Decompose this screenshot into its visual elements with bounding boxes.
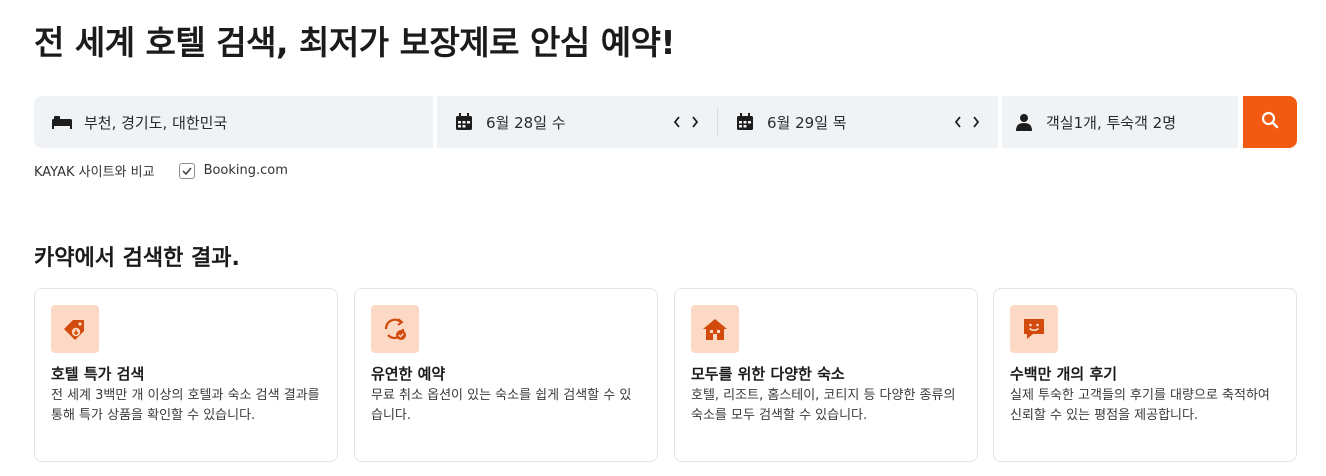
chevron-left-icon [954,116,961,128]
feature-description: 전 세계 3백만 개 이상의 호텔과 숙소 검색 결과를 통해 특가 상품을 확… [51,388,320,423]
checkout-prev-day-button[interactable] [952,112,964,132]
price-tag-icon [51,305,99,353]
feature-card: 유연한 예약 무료 취소 옵션이 있는 숙소를 쉽게 검색할 수 있습니다. [354,288,658,462]
checkin-date-field[interactable]: 6월 28일 수 [437,96,717,148]
feature-description: 무료 취소 옵션이 있는 숙소를 쉽게 검색할 수 있습니다. [371,388,632,423]
feature-title: 수백만 개의 후기 [1010,365,1118,383]
section-title: 카약에서 검색한 결과. [34,246,240,271]
guests-field[interactable]: 객실1개, 투숙객 2명 [1002,96,1238,148]
calendar-icon [735,112,755,132]
feature-title: 유연한 예약 [371,365,446,383]
destination-field[interactable]: 부천, 경기도, 대한민국 [34,96,433,148]
compare-provider-label[interactable]: Booking.com [204,163,288,178]
checkout-value: 6월 29일 목 [767,113,847,132]
search-button[interactable] [1243,96,1297,148]
checkin-prev-day-button[interactable] [671,112,683,132]
hotel-search-form: 부천, 경기도, 대한민국 6월 28일 수 6월 29일 목 객실1개, 투숙… [34,96,1297,148]
house-icon [691,305,739,353]
compare-label: KAYAK 사이트와 비교 [34,165,155,180]
calendar-icon [454,112,474,132]
destination-value: 부천, 경기도, 대한민국 [84,113,228,132]
guests-value: 객실1개, 투숙객 2명 [1046,113,1176,132]
feature-description: 호텔, 리조트, 홈스테이, 코티지 등 다양한 종류의 숙소를 모두 검색할 … [691,388,956,423]
chevron-right-icon [973,116,980,128]
person-icon [1014,112,1034,132]
feature-card: 모두를 위한 다양한 숙소 호텔, 리조트, 홈스테이, 코티지 등 다양한 종… [674,288,978,462]
checkin-value: 6월 28일 수 [486,113,566,132]
chevron-left-icon [673,116,680,128]
bed-icon [52,112,72,132]
feature-title: 모두를 위한 다양한 숙소 [691,365,845,383]
feature-title: 호텔 특가 검색 [51,365,145,383]
checkout-date-field[interactable]: 6월 29일 목 [718,96,998,148]
compare-sites-row: KAYAK 사이트와 비교 Booking.com [34,161,288,180]
chevron-right-icon [692,116,699,128]
checkin-next-day-button[interactable] [689,112,701,132]
feature-card: 수백만 개의 후기 실제 투숙한 고객들의 후기를 대량으로 축적하여 신뢰할 … [993,288,1297,462]
feature-description: 실제 투숙한 고객들의 후기를 대량으로 축적하여 신뢰할 수 있는 평점을 제… [1010,388,1270,423]
date-range-field: 6월 28일 수 6월 29일 목 [437,96,998,148]
feature-card: 호텔 특가 검색 전 세계 3백만 개 이상의 호텔과 숙소 검색 결과를 통해… [34,288,338,462]
booking-compare-checkbox[interactable] [178,162,195,179]
review-smile-icon [1010,305,1058,353]
flexible-refresh-icon [371,305,419,353]
checkout-next-day-button[interactable] [970,112,982,132]
page-title: 전 세계 호텔 검색, 최저가 보장제로 안심 예약! [34,23,676,62]
checkmark-icon [182,167,192,175]
search-icon [1261,111,1279,133]
